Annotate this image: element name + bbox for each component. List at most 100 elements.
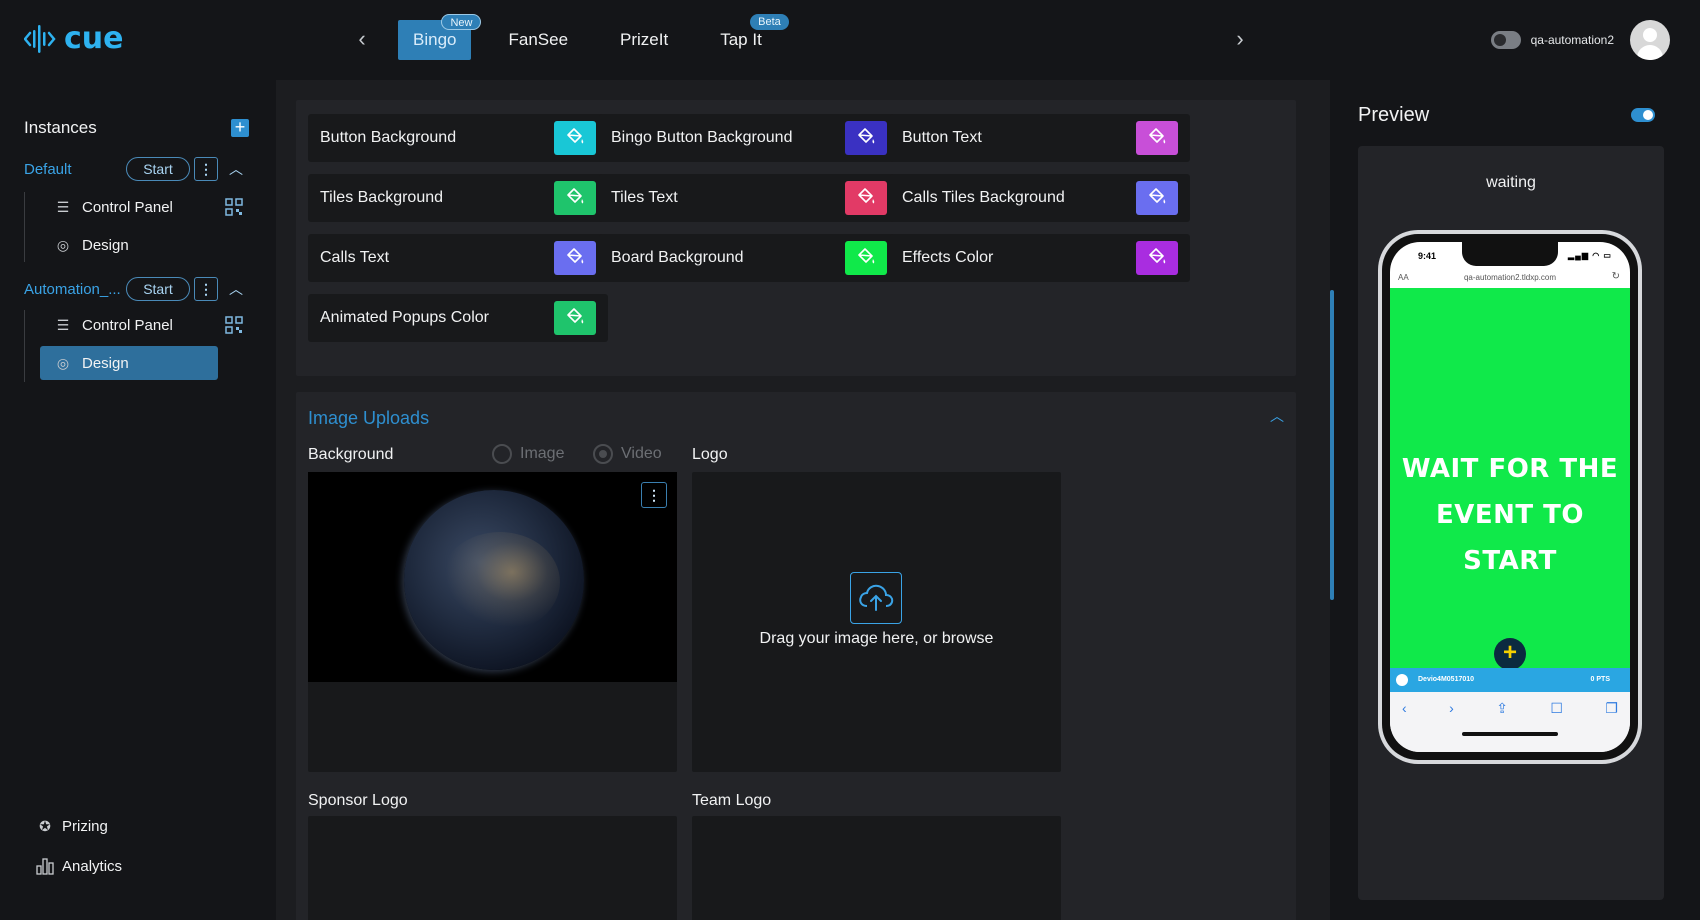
sidebar-item-control-panel[interactable]: ☰ Control Panel [40, 190, 218, 224]
color-setting-label: Calls Tiles Background [902, 189, 1065, 206]
home-indicator [1462, 732, 1558, 736]
top-bar: cue ‹ Bingo New FanSee PrizeIt Tap It Be… [0, 0, 1700, 80]
sponsor-logo-dropzone[interactable] [308, 816, 677, 920]
player-avatar [1396, 674, 1408, 686]
color-swatch-button[interactable] [554, 301, 596, 335]
sidebar-item-design[interactable]: ◎ Design [40, 228, 218, 262]
color-setting-card[interactable]: Animated Popups Color [308, 294, 608, 342]
color-swatch-button[interactable] [1136, 181, 1178, 215]
city-lights [440, 532, 560, 632]
logo-dropzone[interactable]: Drag your image here, or browse [692, 472, 1061, 772]
app-logo[interactable]: cue [24, 22, 124, 56]
more-options-icon[interactable]: ⋮ [194, 157, 218, 181]
color-setting-card[interactable]: Tiles Text [599, 174, 899, 222]
phone-status-bar: 9:41 ▂▄▆ ◠ ▭ [1390, 242, 1630, 268]
avatar[interactable] [1630, 20, 1670, 60]
phone-notch [1462, 242, 1558, 266]
paint-bucket-icon [565, 187, 585, 210]
sponsor-logo-label: Sponsor Logo [308, 792, 408, 809]
chevron-left-icon[interactable]: ‹ [350, 27, 374, 51]
qr-code-icon[interactable] [225, 316, 243, 334]
paint-bucket-icon [1147, 247, 1167, 270]
phone-screen: 9:41 ▂▄▆ ◠ ▭ AA qa-automation2.tldxp.com… [1390, 242, 1630, 752]
color-swatch-button[interactable] [845, 181, 887, 215]
color-swatch-button[interactable] [1136, 241, 1178, 275]
color-swatch-button[interactable] [845, 121, 887, 155]
color-setting-card[interactable]: Bingo Button Background [599, 114, 899, 162]
color-setting-card[interactable]: Button Text [890, 114, 1190, 162]
wait-message-line-2: EVENT TO START [1435, 500, 1585, 576]
tab-fansee[interactable]: FanSee [493, 20, 583, 60]
preview-toggle[interactable] [1631, 108, 1655, 122]
color-setting-label: Tiles Text [611, 189, 678, 206]
plus-icon: + [1494, 638, 1526, 670]
qr-code-icon[interactable] [225, 198, 243, 216]
radio-video[interactable]: Video [593, 444, 662, 464]
color-setting-card[interactable]: Calls Tiles Background [890, 174, 1190, 222]
tab-label: Tap It [720, 30, 762, 49]
tab-tap-it[interactable]: Tap It Beta [705, 14, 789, 60]
color-setting-label: Bingo Button Background [611, 129, 793, 146]
palette-icon: ◎ [56, 237, 70, 253]
preview-panel: Preview waiting 9:41 ▂▄▆ ◠ ▭ AA qa-autom… [1334, 80, 1700, 920]
more-options-icon[interactable]: ⋮ [641, 482, 667, 508]
color-swatch-button[interactable] [554, 241, 596, 275]
tab-prizeit[interactable]: PrizeIt [605, 20, 683, 60]
main-content: Button Background Bingo Button Background… [276, 80, 1334, 920]
soundwave-logo-icon [24, 25, 56, 53]
sidebar-item-design-active[interactable]: ◎ Design [40, 346, 218, 380]
color-swatch-button[interactable] [554, 121, 596, 155]
add-instance-button[interactable]: + [231, 118, 249, 137]
color-setting-card[interactable]: Calls Text [308, 234, 608, 282]
color-setting-label: Tiles Background [320, 189, 444, 206]
new-badge: New [441, 14, 482, 30]
signal-wifi-battery-icon: ▂▄▆ ◠ ▭ [1568, 251, 1612, 260]
sliders-icon: ☰ [56, 317, 70, 333]
chevron-up-icon[interactable]: ︿ [226, 279, 246, 299]
instance-name[interactable]: Automation_... [24, 281, 126, 298]
color-setting-card[interactable]: Effects Color [890, 234, 1190, 282]
color-swatch-button[interactable] [1136, 121, 1178, 155]
username: qa-automation2 [1530, 33, 1614, 47]
instance-name[interactable]: Default [24, 161, 126, 178]
bookmarks-icon: ☐ [1550, 700, 1563, 716]
more-options-icon[interactable]: ⋮ [194, 277, 218, 301]
player-name: Devio4M0517010 [1418, 676, 1475, 683]
color-settings-panel: Button Background Bingo Button Background… [296, 100, 1296, 376]
theme-toggle[interactable] [1490, 31, 1521, 49]
color-swatch-button[interactable] [845, 241, 887, 275]
phone-time: 9:41 [1418, 251, 1437, 261]
chevron-up-icon[interactable]: ︿ [226, 159, 246, 179]
chevron-right-icon[interactable]: › [1228, 27, 1252, 51]
user-area: qa-automation2 [1490, 20, 1670, 60]
color-setting-label: Effects Color [902, 249, 994, 266]
back-icon: ‹ [1402, 700, 1407, 716]
paint-bucket-icon [856, 247, 876, 270]
radio-image[interactable]: Image [492, 444, 564, 464]
color-setting-label: Animated Popups Color [320, 309, 489, 326]
radio-circle [593, 444, 613, 464]
sidebar-item-label: Prizing [62, 817, 108, 835]
paint-bucket-icon [1147, 127, 1167, 150]
color-swatch-button[interactable] [554, 181, 596, 215]
sidebar-item-control-panel[interactable]: ☰ Control Panel [40, 308, 218, 342]
chevron-up-icon[interactable]: ︿ [1270, 406, 1284, 426]
phone-url: qa-automation2.tldxp.com [1463, 273, 1557, 282]
player-bar: Devio4M0517010 0 PTS [1390, 668, 1630, 692]
palette-icon: ◎ [56, 355, 70, 371]
tab-bingo[interactable]: Bingo New [398, 14, 482, 60]
color-setting-card[interactable]: Tiles Background [308, 174, 608, 222]
team-logo-dropzone[interactable] [692, 816, 1061, 920]
start-button[interactable]: Start [126, 157, 190, 181]
sidebar-item-analytics[interactable]: Analytics [36, 852, 122, 880]
radio-circle [492, 444, 512, 464]
color-setting-label: Board Background [611, 249, 744, 266]
color-setting-label: Calls Text [320, 249, 390, 266]
color-setting-card[interactable]: Button Background [308, 114, 608, 162]
color-setting-card[interactable]: Board Background [599, 234, 899, 282]
background-upload[interactable]: ⋮ [308, 472, 677, 772]
start-button[interactable]: Start [126, 277, 190, 301]
sidebar-item-prizing[interactable]: ✪ Prizing [36, 812, 108, 840]
paint-bucket-icon [565, 247, 585, 270]
forward-icon: › [1449, 700, 1454, 716]
